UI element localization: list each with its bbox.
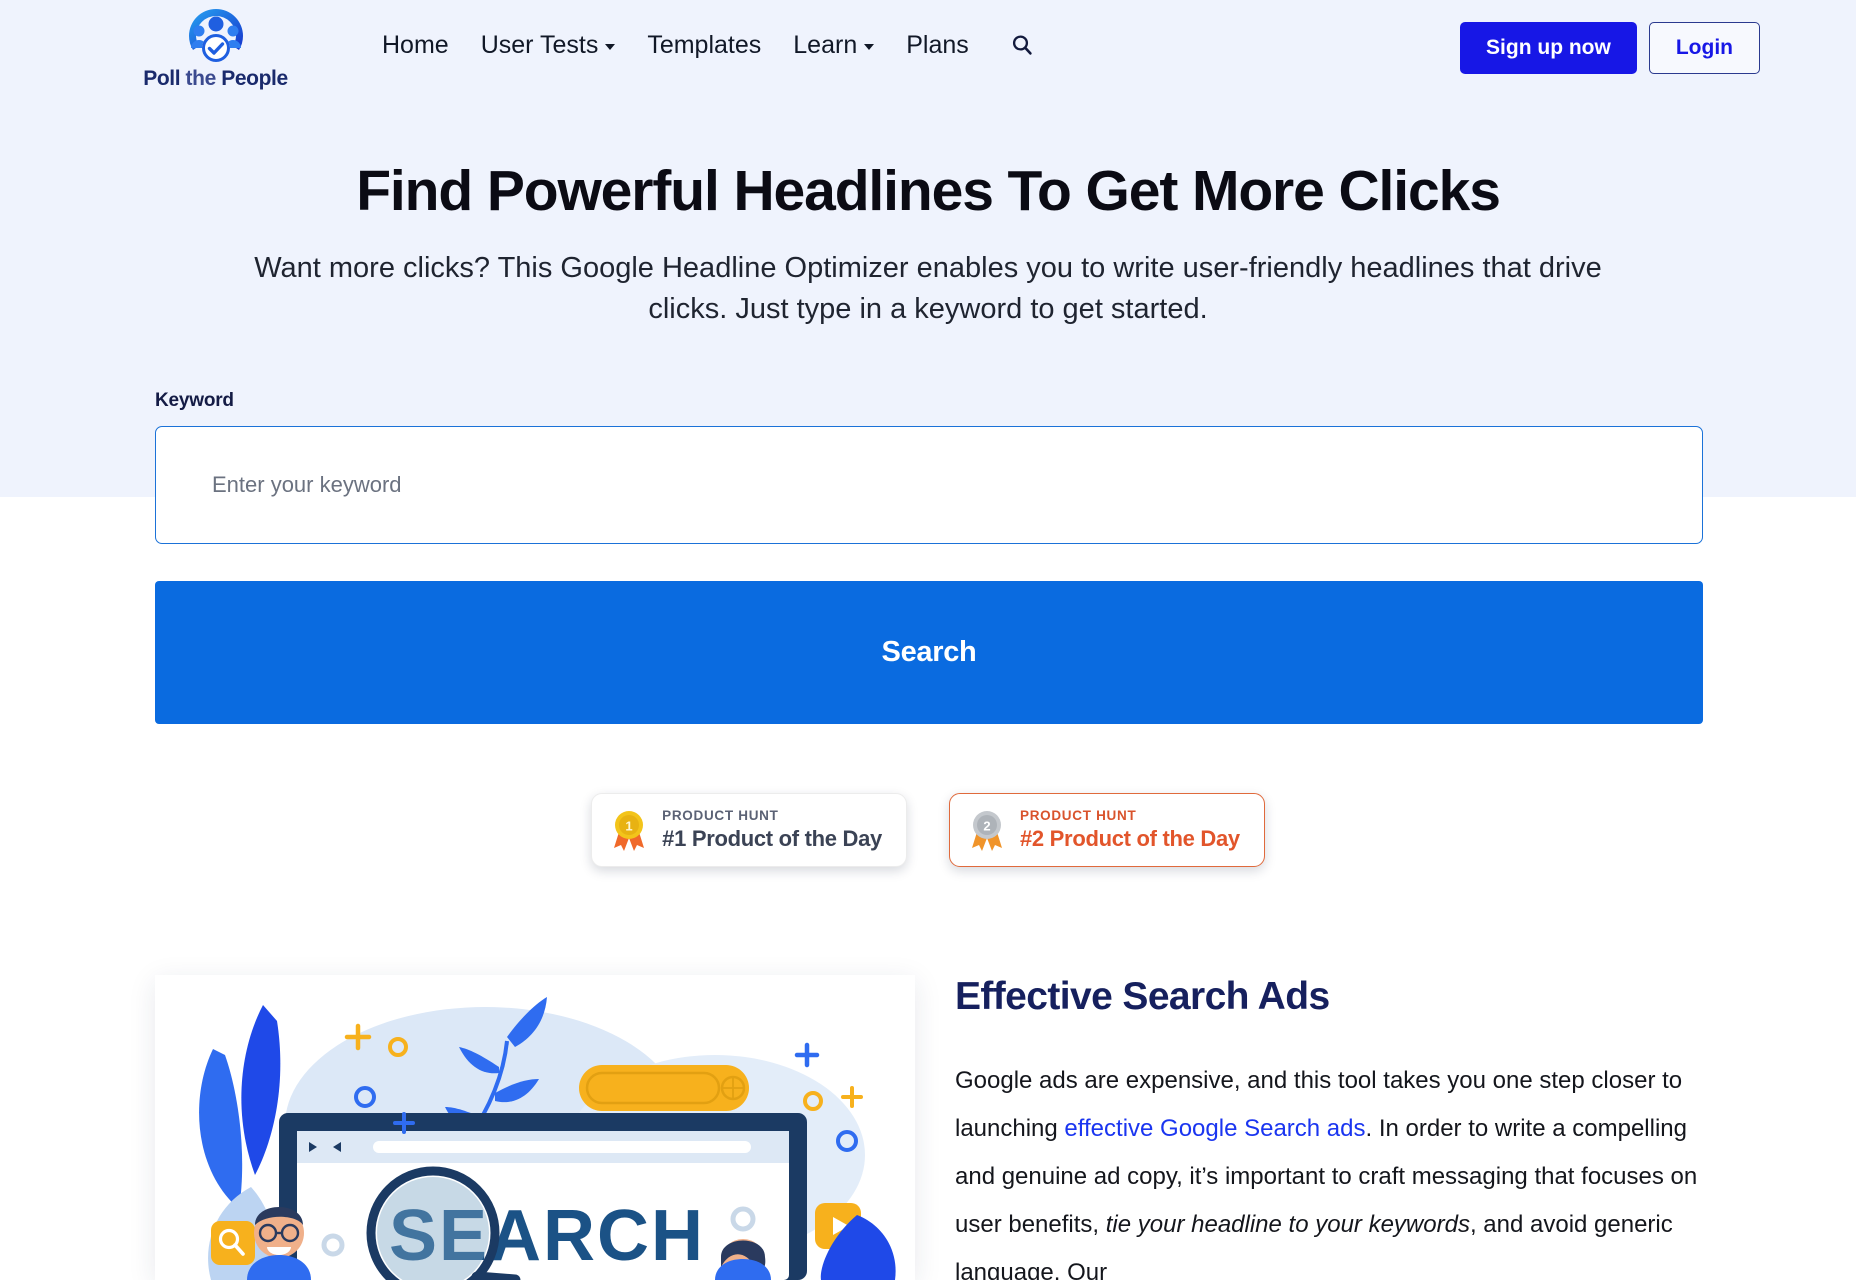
- product-hunt-badge-first[interactable]: 1 PRODUCT HUNT #1 Product of the Day: [591, 793, 907, 867]
- content-section: SEARCH Effective Search Ads Google ads a…: [0, 975, 1856, 1280]
- product-hunt-badge-second[interactable]: 2 PRODUCT HUNT #2 Product of the Day: [949, 793, 1265, 867]
- nav-links: Home User Tests Templates Learn Plans: [366, 28, 1039, 62]
- badge-title: #2 Product of the Day: [1020, 826, 1240, 851]
- page-subtitle: Want more clicks? This Google Headline O…: [254, 252, 1602, 326]
- search-illustration: SEARCH: [155, 975, 915, 1280]
- nav-item-home-label: Home: [382, 31, 449, 59]
- page-title: Find Powerful Headlines To Get More Clic…: [356, 159, 1501, 223]
- svg-text:1: 1: [626, 819, 633, 834]
- effective-google-search-ads-link[interactable]: effective Google Search ads: [1064, 1115, 1365, 1142]
- nav-item-plans-label: Plans: [906, 31, 969, 59]
- content-text-column: Effective Search Ads Google ads are expe…: [955, 975, 1715, 1280]
- badge-texts: PRODUCT HUNT #1 Product of the Day: [662, 808, 882, 852]
- nav-item-learn-label: Learn: [793, 31, 858, 59]
- brand-logo-text: Poll the People: [143, 67, 288, 91]
- nav-actions: Sign up now Login: [1460, 22, 1760, 74]
- gold-medal-icon: 1: [614, 811, 645, 851]
- page-root: Poll the People Home User Tests Template…: [0, 0, 1856, 1280]
- section-paragraph: Google ads are expensive, and this tool …: [955, 1057, 1715, 1280]
- brand-logo[interactable]: Poll the People: [133, 3, 298, 93]
- keyword-input[interactable]: [155, 426, 1703, 544]
- brand-name-part1: Poll: [143, 66, 181, 90]
- poll-the-people-logo-icon: [188, 8, 243, 62]
- paragraph-italic-text: tie your headline to your keywords: [1105, 1211, 1470, 1238]
- chevron-down-icon: [864, 44, 875, 50]
- silver-medal-icon: 2: [972, 811, 1002, 851]
- svg-text:2: 2: [983, 819, 990, 834]
- nav-item-templates-label: Templates: [647, 31, 762, 59]
- keyword-form: Keyword Search: [155, 390, 1703, 724]
- nav-search-button[interactable]: [1005, 28, 1039, 62]
- search-icon: [1012, 35, 1032, 55]
- nav-item-home[interactable]: Home: [366, 28, 465, 62]
- nav-item-templates[interactable]: Templates: [631, 28, 777, 62]
- nav-item-learn[interactable]: Learn: [777, 28, 890, 62]
- nav-item-plans[interactable]: Plans: [890, 28, 985, 62]
- keyword-label: Keyword: [155, 390, 234, 411]
- badge-kicker: PRODUCT HUNT: [662, 808, 779, 823]
- chevron-down-icon: [605, 44, 616, 50]
- badge-kicker: PRODUCT HUNT: [1020, 808, 1137, 823]
- brand-name-part3: People: [221, 66, 288, 90]
- badge-texts: PRODUCT HUNT #2 Product of the Day: [1020, 808, 1240, 852]
- badge-title: #1 Product of the Day: [662, 826, 882, 851]
- product-hunt-badges: 1 PRODUCT HUNT #1 Product of the Day 2 P…: [0, 793, 1856, 867]
- navbar: Poll the People Home User Tests Template…: [0, 0, 1856, 95]
- nav-item-user-tests-label: User Tests: [480, 31, 599, 59]
- login-button[interactable]: Login: [1648, 22, 1760, 74]
- nav-item-user-tests[interactable]: User Tests: [465, 28, 632, 62]
- search-button[interactable]: Search: [155, 581, 1703, 724]
- section-title: Effective Search Ads: [955, 975, 1330, 1018]
- search-illustration-card: SEARCH: [155, 975, 915, 1280]
- signup-button[interactable]: Sign up now: [1460, 22, 1637, 74]
- brand-name-part2: the: [180, 66, 222, 90]
